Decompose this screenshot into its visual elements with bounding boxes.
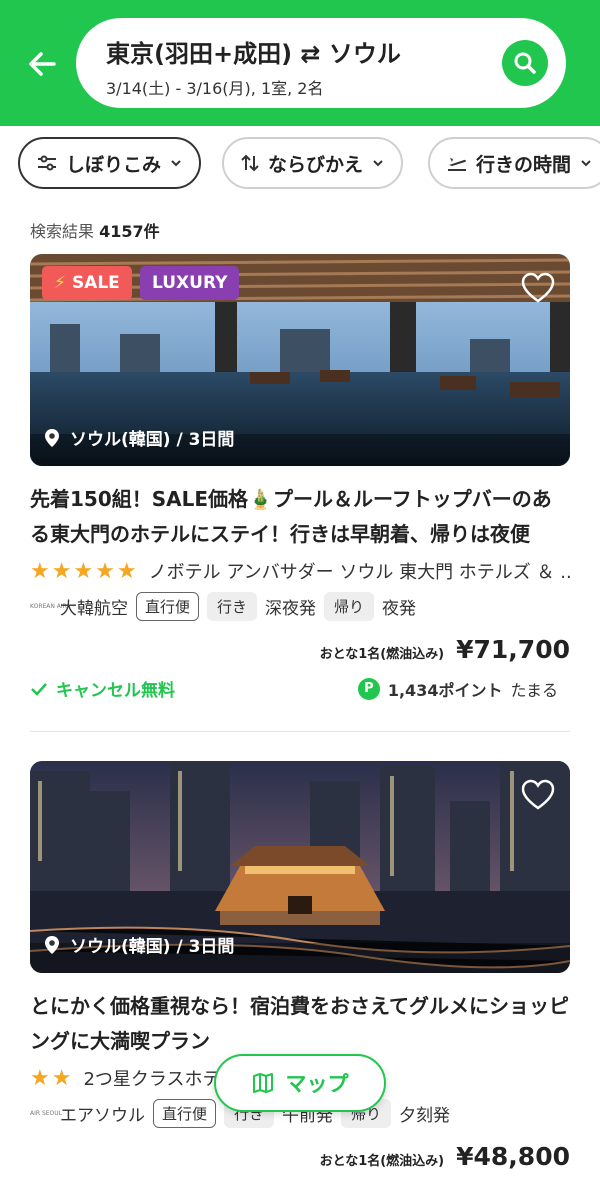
airline-name: 大韓航空 [60, 599, 128, 619]
result-count-label: 検索結果 [30, 222, 95, 241]
plan-title[interactable]: 先着150組！SALE価格🎍プール＆ルーフトップバーのある東大門のホテルにステイ… [30, 482, 570, 552]
sale-badge-label: SALE [71, 273, 120, 293]
chevron-down-icon [171, 160, 181, 167]
points-value: 1,434ポイント [387, 680, 503, 700]
hotel-row: ★★★★★ ノボテル アンバサダー ソウル 東大門 ホテルズ ＆ ... [30, 558, 570, 584]
star-rating: ★★★★★ [30, 558, 139, 584]
return-time: 夕刻発 [399, 1106, 451, 1126]
plane-takeoff-icon [448, 158, 466, 171]
route-text: 東京(羽田+成田) ⇄ ソウル [106, 40, 401, 68]
price-label: おとな1名(燃油込み) [319, 647, 445, 662]
airline-logo: KOREAN AIR [30, 603, 67, 610]
sort-chip[interactable]: ならびかえ [222, 137, 404, 189]
hotel-name: ノボテル アンバサダー ソウル 東大門 ホテルズ ＆ ... [148, 562, 570, 583]
plan-card[interactable]: ⚡ SALE LUXURY ソウル(韓国) / 3日間 先着150組！SALE価… [30, 254, 570, 701]
heart-icon[interactable] [520, 270, 556, 306]
luxury-badge: LUXURY [140, 266, 240, 300]
price-label: おとな1名(燃油込み) [319, 1154, 445, 1169]
free-cancel-label: キャンセル無料 [30, 676, 175, 701]
direct-flight-tag: 直行便 [136, 592, 200, 621]
star-rating: ★★ [30, 1065, 74, 1091]
sort-arrows-icon [241, 154, 259, 172]
chevron-down-icon [581, 160, 591, 167]
price-value: ¥71,700 [456, 635, 570, 664]
location-text: ソウル(韓国) / 3日間 [70, 430, 235, 450]
free-cancel-text: キャンセル無料 [56, 681, 175, 701]
location-label: ソウル(韓国) / 3日間 [44, 425, 234, 450]
sliders-icon [38, 155, 56, 171]
return-tag: 帰り [324, 592, 375, 621]
chevron-down-icon [373, 160, 383, 167]
price-row: おとな1名(燃油込み) ¥48,800 [30, 1142, 570, 1171]
map-icon [252, 1073, 273, 1093]
map-button[interactable]: マップ [214, 1054, 386, 1112]
app-header: 東京(羽田+成田) ⇄ ソウル 3/14(土) - 3/16(月), 1室, 2… [0, 0, 600, 126]
points-info: P 1,434ポイント たまる [357, 677, 558, 701]
result-count-value: 4157件 [99, 222, 160, 241]
filter-bar: しぼりこみ ならびかえ 行きの時間 [0, 136, 600, 192]
direct-flight-tag: 直行便 [153, 1099, 217, 1128]
location-pin-icon [45, 428, 59, 447]
points-icon: P [357, 677, 380, 700]
luxury-badge-label: LUXURY [152, 273, 228, 293]
location-text: ソウル(韓国) / 3日間 [70, 937, 235, 957]
departure-time-chip[interactable]: 行きの時間 [428, 137, 600, 189]
result-count: 検索結果 4157件 [30, 218, 160, 242]
back-arrow-icon[interactable] [22, 44, 62, 84]
dates-text: 3/14(土) - 3/16(月), 1室, 2名 [106, 79, 324, 98]
plan-photo[interactable]: ソウル(韓国) / 3日間 [30, 761, 570, 973]
filter-chip[interactable]: しぼりこみ [18, 137, 202, 189]
airline-logo: AIR SEOUL [30, 1110, 63, 1117]
map-button-label: マップ [285, 1072, 349, 1096]
card-divider [30, 731, 570, 732]
sort-chip-label: ならびかえ [268, 153, 364, 176]
price-row: おとな1名(燃油込み) ¥71,700 [30, 635, 570, 664]
heart-icon[interactable] [520, 777, 556, 813]
price-value: ¥48,800 [456, 1142, 570, 1171]
sale-badge: ⚡ SALE [42, 266, 132, 300]
card-footer: キャンセル無料 P 1,434ポイント たまる [30, 676, 570, 701]
plan-photo[interactable]: ⚡ SALE LUXURY ソウル(韓国) / 3日間 [30, 254, 570, 466]
outbound-time: 深夜発 [265, 599, 317, 619]
departure-time-chip-label: 行きの時間 [476, 153, 572, 176]
flight-row: KOREAN AIR 大韓航空 直行便 行き 深夜発 帰り 夜発 [30, 592, 570, 621]
return-time: 夜発 [382, 599, 417, 619]
points-suffix: たまる [510, 680, 558, 700]
location-label: ソウル(韓国) / 3日間 [44, 932, 234, 957]
checkmark-icon [31, 682, 47, 696]
plan-title[interactable]: とにかく価格重視なら！宿泊費をおさえてグルメにショッピングに大満喫プラン [30, 989, 570, 1059]
search-summary-box[interactable]: 東京(羽田+成田) ⇄ ソウル 3/14(土) - 3/16(月), 1室, 2… [76, 18, 566, 108]
location-pin-icon [45, 935, 59, 954]
filter-chip-label: しぼりこみ [66, 153, 162, 176]
search-icon [514, 52, 536, 74]
airline-name: エアソウル [60, 1106, 145, 1126]
outbound-tag: 行き [207, 592, 258, 621]
search-button[interactable] [502, 40, 548, 86]
lightning-icon: ⚡ [54, 273, 66, 293]
